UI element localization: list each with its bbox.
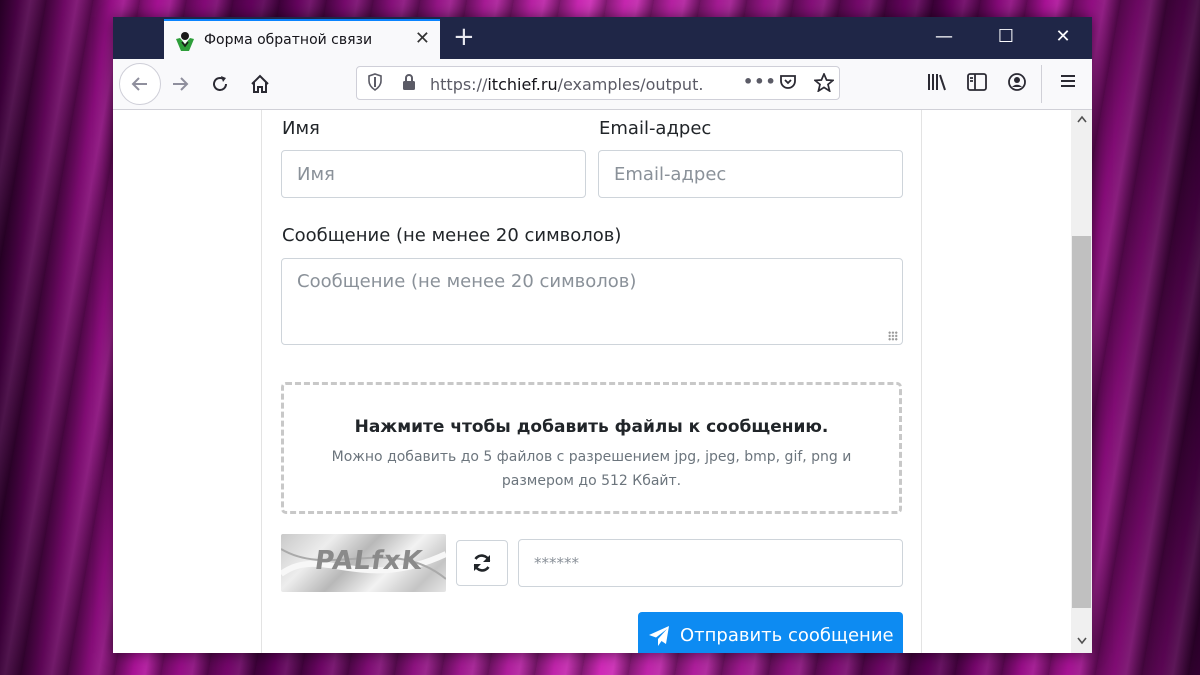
arrow-right-icon [173,77,189,91]
submit-button[interactable]: Отправить сообщение [638,612,903,653]
home-button[interactable] [243,67,277,101]
account-icon[interactable] [1007,72,1027,97]
tab-bar: Форма обратной связи ✕ + — ☐ ✕ [113,17,1092,59]
bookmark-star-icon[interactable] [812,71,836,96]
file-dropzone[interactable]: Нажмите чтобы добавить файлы к сообщению… [281,382,902,514]
pocket-icon[interactable] [779,73,797,95]
reload-button[interactable] [203,67,237,101]
new-tab-button[interactable]: + [453,23,475,51]
scroll-down-icon[interactable] [1071,635,1092,648]
forward-button[interactable] [163,67,197,101]
captcha-image: PALfxK [281,534,446,592]
tab-title: Форма обратной связи [204,32,373,48]
dropzone-subtitle: Можно добавить до 5 файлов с разрешением… [331,449,852,489]
site-favicon-icon [176,32,194,51]
email-input[interactable] [598,150,903,198]
back-button[interactable] [119,63,161,105]
captcha-refresh-button[interactable] [456,540,508,586]
minimize-button[interactable]: — [924,25,964,49]
address-bar[interactable]: https://itchief.ru/examples/output.p ••• [356,66,840,100]
close-window-button[interactable]: ✕ [1043,25,1083,49]
page-scrollbar[interactable] [1071,110,1092,653]
email-label: Email-адрес [599,118,712,139]
shield-icon[interactable] [367,73,383,95]
dropzone-title: Нажмите чтобы добавить файлы к сообщению… [354,417,829,437]
paper-plane-icon [649,626,669,646]
toolbar-divider [1041,65,1042,103]
scroll-up-icon[interactable] [1071,113,1092,126]
message-textarea[interactable] [281,258,903,345]
sidebar-icon[interactable] [966,72,988,97]
url-text[interactable]: https://itchief.ru/examples/output.p [430,75,702,94]
reload-icon [213,76,227,91]
nav-toolbar: https://itchief.ru/examples/output.p ••• [113,59,1092,110]
maximize-button[interactable]: ☐ [986,25,1026,49]
message-label: Сообщение (не менее 20 символов) [282,225,622,246]
arrow-left-icon [131,77,147,91]
page-actions-icon[interactable]: ••• [743,72,777,91]
menu-icon[interactable] [1059,72,1077,95]
browser-window: Форма обратной связи ✕ + — ☐ ✕ https://i… [113,17,1092,653]
refresh-icon [473,554,491,572]
home-icon [251,74,269,93]
submit-label: Отправить сообщение [680,625,894,646]
library-icon[interactable] [926,72,948,97]
page-viewport: Имя Email-адрес Сообщение (не менее 20 с… [113,110,1071,653]
name-label: Имя [282,118,320,139]
captcha-input[interactable] [518,539,903,587]
scroll-thumb[interactable] [1072,236,1091,608]
name-input[interactable] [281,150,586,198]
captcha-text: PALfxK [312,546,425,576]
tab-feedback-form[interactable]: Форма обратной связи ✕ [164,19,440,59]
tab-close-icon[interactable]: ✕ [415,29,430,49]
resize-grip-icon[interactable] [888,331,898,341]
lock-icon[interactable] [401,73,417,95]
